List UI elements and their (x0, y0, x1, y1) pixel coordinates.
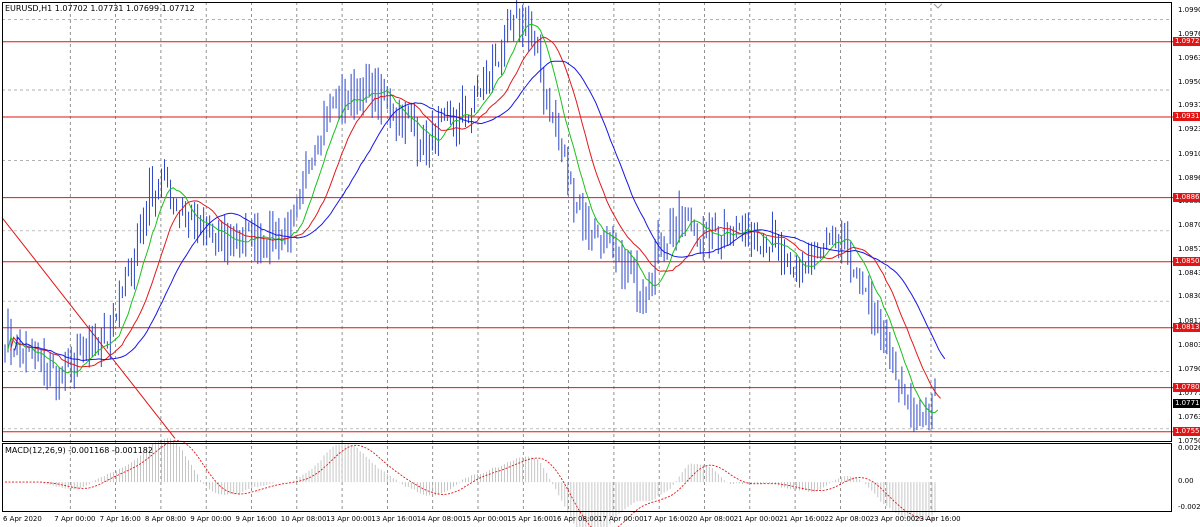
time-axis-tick: 9 Apr 00:00 (190, 515, 232, 523)
time-axis-tick: 15 Apr 00:00 (462, 515, 508, 523)
time-axis-tick: 6 Apr 2020 (3, 515, 42, 523)
time-axis-tick: 14 Apr 08:00 (416, 515, 463, 523)
price-axis-tick: 1.09235 (1178, 125, 1200, 134)
time-axis-tick: 17 Apr 16:00 (643, 515, 689, 523)
price-axis-tick: 1.08435 (1178, 269, 1200, 278)
trading-chart[interactable]: EURUSD,H1 1.07702 1.07731 1.07699 1.0771… (0, 0, 1200, 527)
price-level-label[interactable]: 1.09310 (1173, 112, 1200, 122)
macd-panel-frame (2, 443, 1172, 512)
macd-axis-tick: 0.00 (1178, 477, 1194, 486)
price-axis-tick: 1.08305 (1178, 292, 1200, 301)
price-axis-tick: 1.08700 (1178, 221, 1200, 230)
time-axis-tick: 7 Apr 00:00 (54, 515, 96, 523)
time-axis-tick: 15 Apr 16:00 (507, 515, 553, 523)
price-level-label[interactable]: 1.09729 (1173, 37, 1200, 47)
price-axis-tick: 1.07635 (1178, 412, 1200, 421)
price-axis-tick: 1.09635 (1178, 53, 1200, 62)
price-level-label[interactable]: 1.08504 (1173, 257, 1200, 267)
time-axis-tick: 17 Apr 00:00 (597, 515, 644, 523)
price-axis-tick: 1.08035 (1178, 340, 1200, 349)
symbol-title: EURUSD,H1 1.07702 1.07731 1.07699 1.0771… (5, 4, 195, 13)
macd-title: MACD(12,26,9) -0.001168 -0.001182 (5, 446, 153, 455)
time-axis-tick: 10 Apr 08:00 (280, 515, 327, 523)
macd-axis-tick: 0.002661 (1178, 444, 1200, 452)
time-axis-tick: 22 Apr 08:00 (824, 515, 871, 523)
price-level-label[interactable]: 1.07803 (1173, 383, 1200, 393)
time-axis-tick: 21 Apr 16:00 (779, 515, 825, 523)
price-axis-tick: 1.07900 (1178, 365, 1200, 374)
time-axis-tick: 13 Apr 00:00 (326, 515, 372, 523)
price-axis-tick: 1.08570 (1178, 244, 1200, 253)
time-axis-tick: 7 Apr 16:00 (99, 515, 141, 523)
price-axis-tick: 1.09500 (1178, 77, 1200, 86)
price-level-label[interactable]: 1.08136 (1173, 323, 1200, 333)
time-axis-tick: 13 Apr 16:00 (371, 515, 418, 523)
time-axis-tick: 16 Apr 08:00 (552, 515, 599, 523)
time-axis-tick: 23 Apr 00:00 (869, 515, 916, 523)
time-axis-tick: 23 Apr 16:00 (915, 515, 961, 523)
time-axis-tick: 21 Apr 00:00 (733, 515, 780, 523)
price-axis-tick: 1.09900 (1178, 5, 1200, 14)
price-level-label[interactable]: 1.07557 (1173, 427, 1200, 437)
time-axis-tick: 8 Apr 08:00 (144, 515, 187, 523)
time-axis-tick: 20 Apr 08:00 (688, 515, 735, 523)
price-chart-frame (2, 2, 1172, 442)
current-price-label: 1.07712 (1173, 399, 1200, 409)
price-axis-tick: 1.08965 (1178, 173, 1200, 182)
price-level-label[interactable]: 1.08861 (1173, 193, 1200, 203)
time-axis-tick: 9 Apr 16:00 (235, 515, 277, 523)
macd-axis-tick: -0.002031 (1178, 503, 1200, 511)
price-axis-tick: 1.09100 (1178, 149, 1200, 158)
price-axis-tick: 1.09370 (1178, 101, 1200, 110)
